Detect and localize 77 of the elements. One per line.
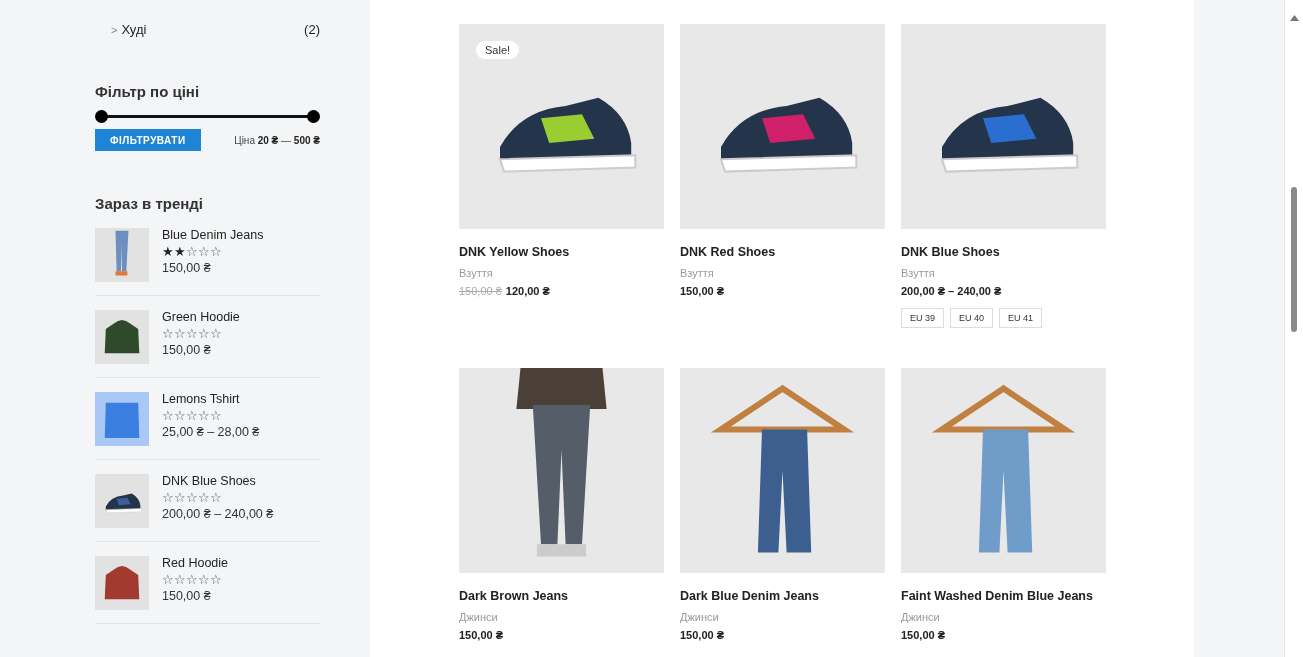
- empty-star-icon: ☆: [174, 408, 186, 423]
- product-title-link[interactable]: Dark Blue Denim Jeans: [680, 589, 885, 603]
- category-link[interactable]: Худі: [121, 22, 147, 37]
- product-category: Джинси: [680, 611, 720, 623]
- product-price: 150,00 ₴: [162, 261, 212, 275]
- product-link[interactable]: Green Hoodie: [162, 310, 240, 324]
- product-thumbnail: [95, 228, 149, 282]
- empty-star-icon: ☆: [162, 490, 174, 505]
- empty-star-icon: ☆: [210, 326, 222, 341]
- product-price: 150,00 ₴: [680, 285, 725, 297]
- empty-star-icon: ☆: [186, 408, 198, 423]
- empty-star-icon: ☆: [174, 490, 186, 505]
- empty-star-icon: ☆: [186, 326, 198, 341]
- category-count: (2): [304, 22, 320, 37]
- product-category: Взуття: [680, 267, 715, 279]
- product-image[interactable]: [459, 24, 664, 229]
- empty-star-icon: ☆: [210, 490, 222, 505]
- empty-star-icon: ☆: [210, 572, 222, 587]
- widget-title: Фільтр по ціні: [95, 83, 201, 100]
- filter-button[interactable]: ФІЛЬТРУВАТИ: [95, 129, 201, 151]
- slider-handle[interactable]: [95, 110, 108, 123]
- product-price: 150,00 ₴: [901, 629, 946, 641]
- product-thumbnail: [95, 474, 149, 528]
- size-option[interactable]: EU 40: [950, 308, 994, 328]
- product-price: 150,00 ₴: [459, 629, 504, 641]
- product-price: 150,00 ₴: [162, 589, 212, 603]
- empty-star-icon: ☆: [198, 326, 210, 341]
- product-link[interactable]: Lemons Tshirt: [162, 392, 260, 406]
- empty-star-icon: ☆: [198, 408, 210, 423]
- empty-star-icon: ☆: [162, 326, 174, 341]
- product-title-link[interactable]: DNK Blue Shoes: [901, 245, 1106, 259]
- product-title-link[interactable]: Faint Washed Denim Blue Jeans: [901, 589, 1106, 603]
- empty-star-icon: ☆: [186, 244, 198, 259]
- product-category: Взуття: [459, 267, 494, 279]
- filled-star-icon: ★: [162, 244, 174, 259]
- chevron-icon: >: [111, 23, 118, 36]
- product-image[interactable]: [901, 24, 1106, 229]
- empty-star-icon: ☆: [198, 244, 210, 259]
- price-range-slider[interactable]: [95, 110, 320, 123]
- price-range-label: Ціна 20 ₴ — 500 ₴: [234, 134, 320, 146]
- empty-star-icon: ☆: [198, 572, 210, 587]
- slider-handle[interactable]: [307, 110, 320, 123]
- product-price: 150,00 ₴: [680, 629, 725, 641]
- empty-star-icon: ☆: [174, 572, 186, 587]
- sale-badge: Sale!: [476, 41, 520, 59]
- product-image[interactable]: [680, 24, 885, 229]
- empty-star-icon: ☆: [210, 408, 222, 423]
- product-title-link[interactable]: DNK Red Shoes: [680, 245, 885, 259]
- product-price: 200,00 ₴ – 240,00 ₴: [162, 507, 274, 521]
- product-price: 150,00 ₴: [162, 343, 212, 357]
- empty-star-icon: ☆: [210, 244, 222, 259]
- scrollbar-thumb[interactable]: [1291, 187, 1297, 332]
- product-category: Джинси: [459, 611, 499, 623]
- size-option[interactable]: EU 41: [999, 308, 1043, 328]
- product-price: 120,00 ₴: [505, 285, 550, 297]
- product-link[interactable]: DNK Blue Shoes: [162, 474, 274, 488]
- product-image[interactable]: [459, 368, 664, 573]
- product-title-link[interactable]: DNK Yellow Shoes: [459, 245, 664, 259]
- product-price: 200,00 ₴ – 240,00 ₴: [901, 285, 1002, 297]
- product-category: Взуття: [901, 267, 936, 279]
- product-price: 25,00 ₴ – 28,00 ₴: [162, 425, 260, 439]
- old-price: 150,00 ₴: [459, 285, 502, 297]
- empty-star-icon: ☆: [162, 572, 174, 587]
- empty-star-icon: ☆: [162, 408, 174, 423]
- widget-title: Зараз в тренді: [95, 195, 205, 212]
- size-option[interactable]: EU 39: [901, 308, 944, 328]
- filled-star-icon: ★: [174, 244, 186, 259]
- empty-star-icon: ☆: [174, 326, 186, 341]
- empty-star-icon: ☆: [198, 490, 210, 505]
- empty-star-icon: ☆: [186, 490, 198, 505]
- product-link[interactable]: Blue Denim Jeans: [162, 228, 264, 242]
- product-title-link[interactable]: Dark Brown Jeans: [459, 589, 664, 603]
- product-image[interactable]: [680, 368, 885, 573]
- scroll-up-icon[interactable]: [1289, 15, 1299, 21]
- product-link[interactable]: Red Hoodie: [162, 556, 228, 570]
- product-category: Джинси: [901, 611, 941, 623]
- empty-star-icon: ☆: [186, 572, 198, 587]
